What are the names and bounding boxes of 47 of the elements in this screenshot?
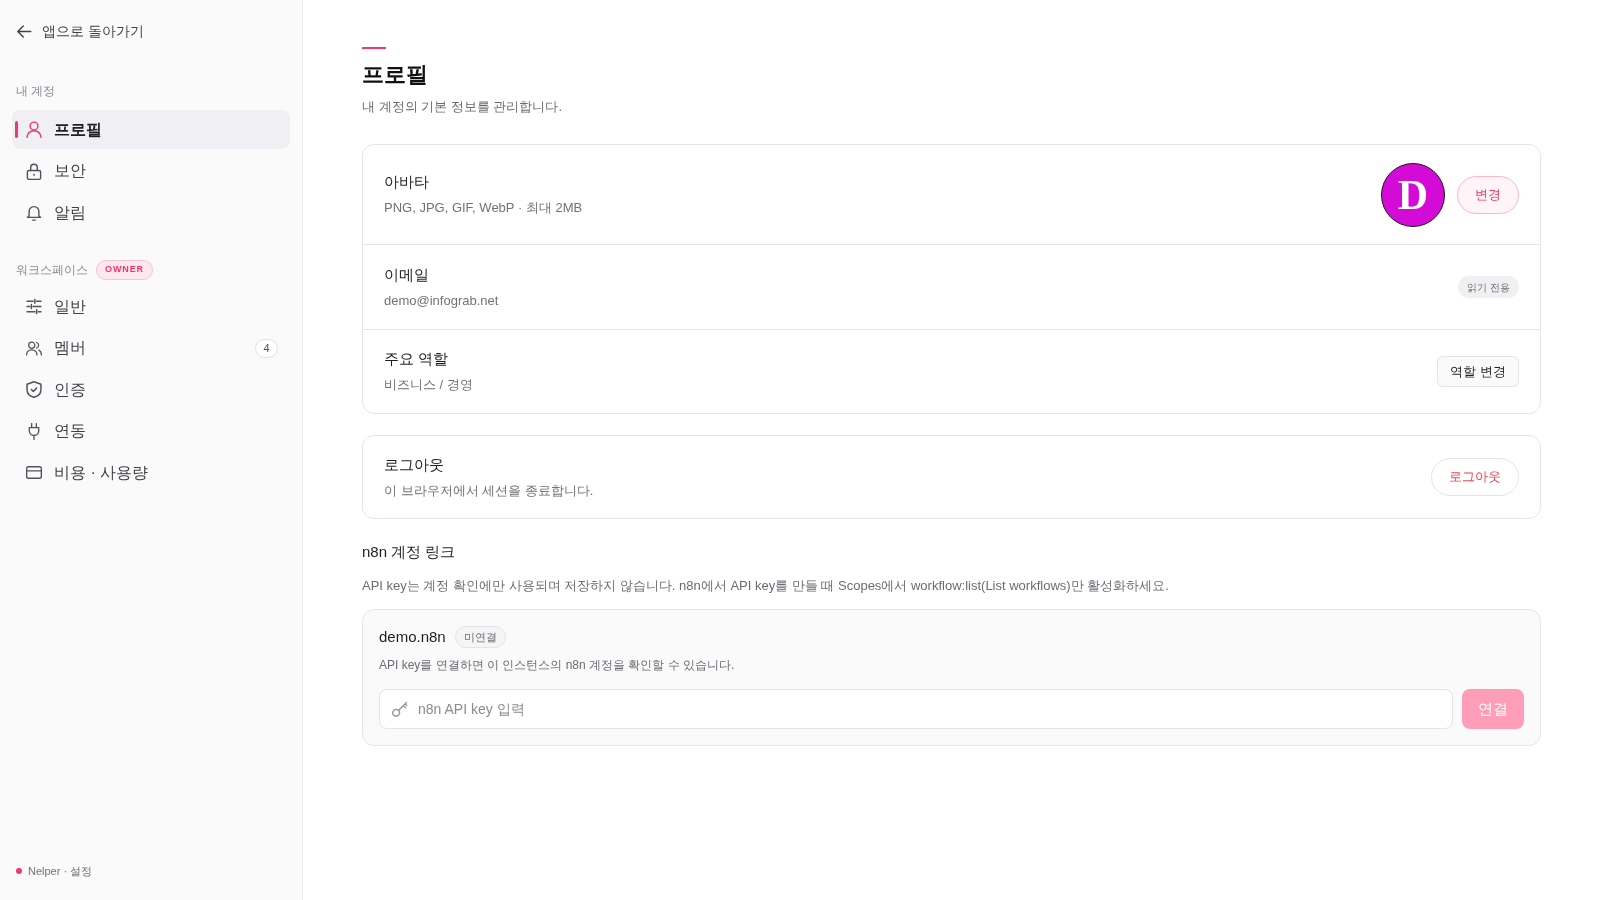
sidebar-item[interactable]: 연동 <box>12 411 290 451</box>
field-value: demo@infograb.net <box>384 291 499 310</box>
change-avatar-button[interactable]: 변경 <box>1457 175 1519 214</box>
page-subtitle: 내 계정의 기본 정보를 관리합니다. <box>362 98 564 116</box>
field-value: PNG, JPG, GIF, WebP · 최대 2MB <box>384 199 583 217</box>
sliders-icon <box>26 298 42 315</box>
sidebar-item[interactable]: 보안 <box>12 151 290 191</box>
sidebar-item[interactable]: 멤버 4 <box>12 328 290 368</box>
logout-button[interactable]: 로그아웃 <box>1431 458 1519 496</box>
title-accent <box>362 47 386 49</box>
page-title: 프로필 <box>362 61 429 89</box>
read-only-badge: 읽기 전용 <box>1458 276 1519 298</box>
sidebar-item[interactable]: 일반 <box>12 287 290 326</box>
instance-description: API key를 연결하면 이 인스턴스의 n8n 계정을 확인할 수 있습니다. <box>379 657 736 673</box>
back-arrow-icon <box>17 24 32 38</box>
card-icon <box>26 464 42 481</box>
field-label: 주요 역할 <box>384 349 450 369</box>
api-key-field[interactable]: n8n API key 입력 <box>379 689 1453 729</box>
section-label: 워크스페이스 <box>16 262 88 279</box>
field-label: 아바타 <box>384 172 430 192</box>
plug-icon <box>26 422 42 440</box>
active-indicator <box>15 121 18 138</box>
sidebar-item[interactable]: 알림 <box>12 193 290 232</box>
status-badge: 미연결 <box>454 626 506 648</box>
field-label: 로그아웃 <box>384 454 445 475</box>
count-badge: 4 <box>255 338 278 358</box>
section-description: API key는 계정 확인에만 사용되며 저장하지 않습니다. n8n에서 API key를 만들 때 Scopes에서 workflow:list(List workflows)만 활성화하세요. <box>362 577 1170 595</box>
footer-text: Nelper · 설정 <box>28 863 93 879</box>
shield-check-icon <box>26 381 42 398</box>
change-role-button[interactable]: 역할 변경 <box>1437 356 1519 387</box>
sidebar-item[interactable]: 인증 <box>12 370 290 409</box>
key-icon <box>392 701 408 717</box>
users-icon <box>26 339 42 357</box>
section-label: 내 계정 <box>16 83 56 100</box>
field-label: 이메일 <box>384 264 430 285</box>
bell-icon <box>26 204 42 221</box>
avatar: D <box>1381 162 1445 227</box>
field-value: 이 브라우저에서 세션을 종료합니다. <box>384 481 594 500</box>
field-value: 비즈니스 / 경영 <box>384 376 473 394</box>
role-badge: OWNER <box>96 260 153 280</box>
user-icon <box>26 121 42 138</box>
lock-icon <box>26 162 42 180</box>
section-title: n8n 계정 링크 <box>362 542 457 562</box>
sidebar-item[interactable]: 프로필 <box>12 110 290 149</box>
sidebar-item[interactable]: 비용 · 사용량 <box>12 453 290 492</box>
back-link[interactable]: 앱으로 돌아가기 <box>17 21 144 41</box>
instance-name: demo.n8n <box>379 626 446 647</box>
